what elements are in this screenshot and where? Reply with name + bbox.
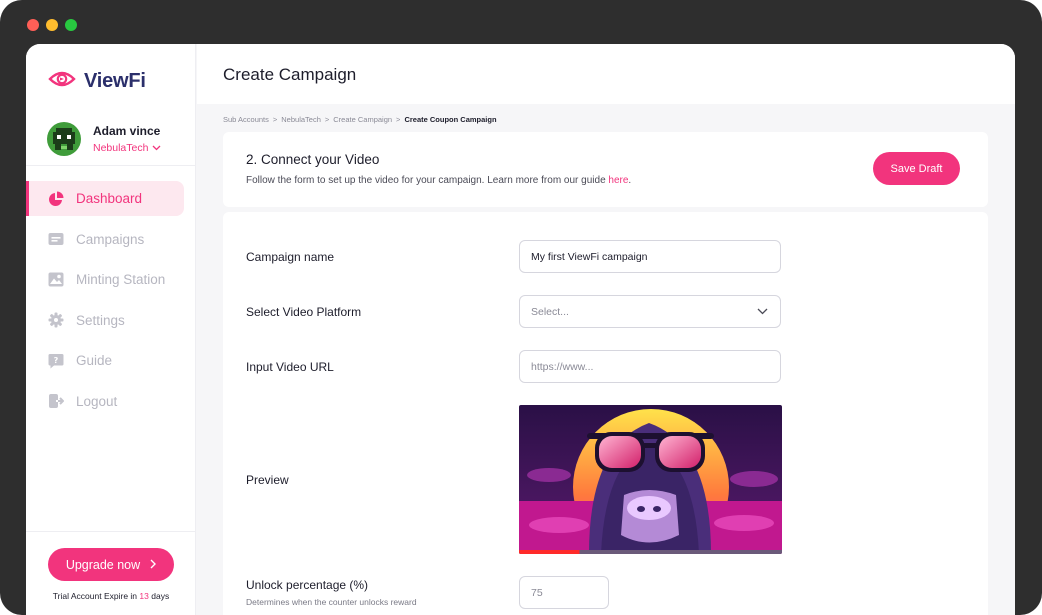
window-frame: ViewFi Adam vince NebulaTech Dashboard C… (0, 0, 1042, 615)
unlock-percentage-hint: Determines when the counter unlocks rewa… (246, 597, 417, 607)
breadcrumb-item[interactable]: Sub Accounts (223, 115, 269, 124)
user-profile[interactable]: Adam vince NebulaTech (47, 122, 161, 156)
upgrade-button[interactable]: Upgrade now (48, 548, 174, 581)
sidebar-item-minting-station[interactable]: Minting Station (26, 262, 196, 297)
video-preview[interactable] (519, 405, 782, 554)
breadcrumb-separator: > (324, 115, 330, 124)
sidebar-item-label: Logout (76, 393, 118, 409)
chevron-right-icon (150, 558, 157, 572)
video-url-input[interactable] (519, 350, 781, 383)
org-switcher[interactable]: NebulaTech (93, 142, 161, 154)
step-title: 2. Connect your Video (246, 152, 380, 167)
trial-days: 13 (139, 591, 149, 601)
sidebar-item-label: Campaigns (76, 231, 145, 247)
campaign-name-input[interactable] (519, 240, 781, 273)
maximize-window-button[interactable] (65, 19, 77, 31)
unlock-percentage-label: Unlock percentage (%) (246, 578, 369, 592)
breadcrumb: Sub Accounts > NebulaTech > Create Campa… (223, 115, 497, 124)
app-screen: ViewFi Adam vince NebulaTech Dashboard C… (26, 44, 1015, 615)
divider (26, 165, 196, 166)
image-icon (48, 272, 64, 288)
breadcrumb-separator: > (272, 115, 278, 124)
campaign-card-icon (48, 231, 64, 247)
gear-icon (48, 312, 64, 328)
step-description-text: Follow the form to set up the video for … (246, 175, 606, 186)
sidebar-item-label: Minting Station (76, 272, 166, 287)
brand-logo[interactable]: ViewFi (48, 69, 146, 94)
video-url-label: Input Video URL (246, 360, 334, 374)
page-title: Create Campaign (223, 65, 357, 84)
breadcrumb-item[interactable]: Create Campaign (333, 115, 392, 124)
guide-link[interactable]: here (608, 175, 628, 186)
sidebar-item-logout[interactable]: Logout (26, 384, 196, 419)
video-platform-select[interactable]: Select... (519, 295, 781, 328)
trial-prefix: Trial Account Expire in (52, 591, 138, 601)
viewfi-eye-icon (48, 69, 76, 94)
campaign-name-label: Campaign name (246, 250, 335, 264)
minimize-window-button[interactable] (46, 19, 58, 31)
period: . (628, 175, 632, 186)
sidebar-item-guide[interactable]: ? Guide (26, 343, 196, 378)
trial-suffix: days (151, 591, 170, 601)
step-description: Follow the form to set up the video for … (246, 175, 631, 186)
brand-name: ViewFi (84, 70, 146, 92)
svg-text:?: ? (54, 356, 59, 365)
close-window-button[interactable] (27, 19, 39, 31)
help-icon: ? (48, 353, 64, 369)
save-draft-button[interactable]: Save Draft (873, 152, 960, 185)
trial-notice: Trial Account Expire in 13 days (26, 591, 196, 601)
divider (26, 531, 196, 532)
sidebar-item-dashboard[interactable]: Dashboard (26, 181, 184, 216)
preview-label: Preview (246, 473, 289, 487)
chevron-down-icon (152, 142, 161, 154)
video-progress-bar[interactable] (519, 550, 580, 554)
chevron-down-icon (757, 306, 768, 318)
window-controls (27, 19, 77, 31)
user-name: Adam vince (93, 124, 161, 138)
unlock-percentage-input[interactable] (519, 576, 609, 609)
sidebar-item-campaigns[interactable]: Campaigns (26, 222, 196, 257)
sidebar-item-label: Dashboard (76, 191, 143, 206)
pie-chart-icon (48, 191, 64, 207)
upgrade-label: Upgrade now (65, 557, 141, 572)
top-header: Create Campaign (197, 44, 1015, 104)
sidebar-item-label: Guide (76, 353, 113, 368)
org-name: NebulaTech (93, 142, 149, 154)
breadcrumb-current: Create Coupon Campaign (404, 115, 497, 124)
breadcrumb-item[interactable]: NebulaTech (281, 115, 321, 124)
step-header-card: 2. Connect your Video Follow the form to… (223, 132, 988, 207)
sidebar-item-settings[interactable]: Settings (26, 303, 196, 338)
sidebar: ViewFi Adam vince NebulaTech Dashboard C… (26, 44, 196, 615)
sidebar-nav: Dashboard Campaigns Minting Station Sett… (26, 181, 196, 424)
breadcrumb-separator: > (396, 115, 401, 124)
sidebar-item-label: Settings (76, 312, 125, 328)
video-platform-label: Select Video Platform (246, 305, 362, 319)
avatar (47, 122, 81, 156)
logout-icon (48, 393, 64, 409)
video-form-card: Campaign name Select Video Platform Sele… (223, 212, 988, 615)
select-placeholder: Select... (531, 305, 569, 318)
